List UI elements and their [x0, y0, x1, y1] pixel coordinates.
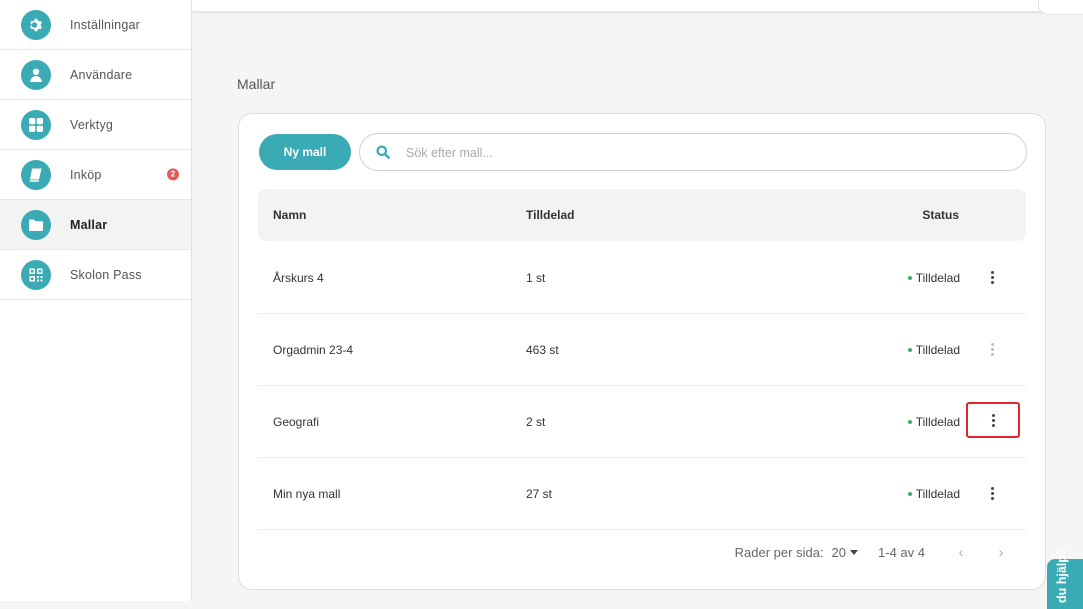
- notification-badge: 2: [167, 167, 179, 180]
- sidebar-item-installningar[interactable]: Inställningar: [0, 0, 191, 50]
- top-bar: [192, 0, 1083, 12]
- page-title: Mallar: [237, 76, 276, 92]
- user-icon: [21, 59, 51, 90]
- book-icon: [21, 159, 51, 190]
- row-menu-button[interactable]: [978, 479, 1006, 507]
- status-dot: [907, 347, 912, 352]
- sidebar-item-label: Användare: [70, 67, 133, 82]
- page-range: 1-4 av 4: [878, 544, 925, 560]
- help-tab[interactable]: du hjälp?: [1047, 547, 1083, 609]
- sidebar-item-label: Verktyg: [70, 117, 114, 132]
- help-tab-label: du hjälp?: [1055, 547, 1069, 603]
- column-header-assigned[interactable]: Tilldelad: [526, 208, 574, 222]
- row-name: Orgadmin 23-4: [273, 343, 354, 357]
- row-name: Årskurs 4: [273, 271, 324, 285]
- row-name: Min nya mall: [273, 487, 341, 501]
- status-label: Tilldelad: [907, 415, 960, 429]
- sidebar-item-label: Inställningar: [70, 17, 141, 32]
- grid-icon: [21, 109, 51, 140]
- folder-icon: [21, 209, 51, 240]
- top-right-corner: [1038, 0, 1083, 15]
- row-assigned: 27 st: [526, 487, 553, 501]
- more-vertical-icon: [990, 270, 994, 274]
- gear-icon: [21, 9, 51, 40]
- new-template-button[interactable]: Ny mall: [259, 134, 351, 170]
- table-row[interactable]: Orgadmin 23-4 463 st Tilldelad: [258, 314, 1026, 386]
- search-icon: [376, 145, 390, 159]
- rows-per-page-label: Rader per sida:: [734, 544, 824, 560]
- table-row[interactable]: Geografi 2 st Tilldelad: [258, 386, 1026, 458]
- status-label: Tilldelad: [907, 271, 960, 285]
- status-dot: [907, 419, 912, 424]
- status-label: Tilldelad: [907, 343, 960, 357]
- more-vertical-icon: [991, 413, 995, 417]
- more-vertical-icon: [990, 486, 994, 490]
- sidebar-item-inkop[interactable]: Inköp 2: [0, 150, 191, 200]
- status-text: Tilldelad: [915, 487, 960, 501]
- templates-card: Ny mall Namn Tilldelad Status Årskurs 4 …: [238, 113, 1046, 590]
- row-name: Geografi: [273, 415, 320, 429]
- status-text: Tilldelad: [915, 271, 960, 285]
- search-box[interactable]: [359, 133, 1027, 171]
- row-assigned: 2 st: [526, 415, 546, 429]
- status-text: Tilldelad: [915, 343, 960, 357]
- rows-per-page-select[interactable]: 20: [832, 545, 846, 560]
- table-row[interactable]: Årskurs 4 1 st Tilldelad: [258, 242, 1026, 314]
- sidebar-item-label: Skolon Pass: [70, 267, 142, 282]
- row-menu-button[interactable]: [978, 335, 1006, 363]
- status-label: Tilldelad: [907, 487, 960, 501]
- sidebar-item-label: Mallar: [70, 217, 108, 232]
- row-assigned: 1 st: [526, 271, 546, 285]
- column-header-status[interactable]: Status: [922, 208, 959, 222]
- search-input[interactable]: [404, 142, 1008, 164]
- chevron-down-icon[interactable]: [850, 549, 859, 555]
- table-row[interactable]: Min nya mall 27 st Tilldelad: [258, 458, 1026, 530]
- prev-page-button[interactable]: ‹: [951, 544, 971, 560]
- row-assigned: 463 st: [526, 343, 559, 357]
- table-header: Namn Tilldelad Status: [258, 189, 1026, 241]
- sidebar-item-anvandare[interactable]: Användare: [0, 50, 191, 100]
- sidebar-item-mallar[interactable]: Mallar: [0, 200, 191, 250]
- sidebar-item-label: Inköp: [70, 167, 102, 182]
- pagination: Rader per sida: 20 1-4 av 4 ‹ ›: [735, 544, 1011, 560]
- row-menu-button[interactable]: [978, 263, 1006, 291]
- status-text: Tilldelad: [915, 415, 960, 429]
- sidebar-item-skolon-pass[interactable]: Skolon Pass: [0, 250, 191, 300]
- row-menu-button[interactable]: [966, 402, 1020, 438]
- qr-icon: [21, 259, 51, 290]
- next-page-button[interactable]: ›: [991, 544, 1011, 560]
- more-vertical-icon: [990, 342, 994, 346]
- column-header-name[interactable]: Namn: [273, 208, 306, 222]
- status-dot: [907, 275, 912, 280]
- sidebar: Inställningar Användare Verktyg Inköp 2 …: [0, 0, 192, 601]
- sidebar-item-verktyg[interactable]: Verktyg: [0, 100, 191, 150]
- status-dot: [907, 491, 912, 496]
